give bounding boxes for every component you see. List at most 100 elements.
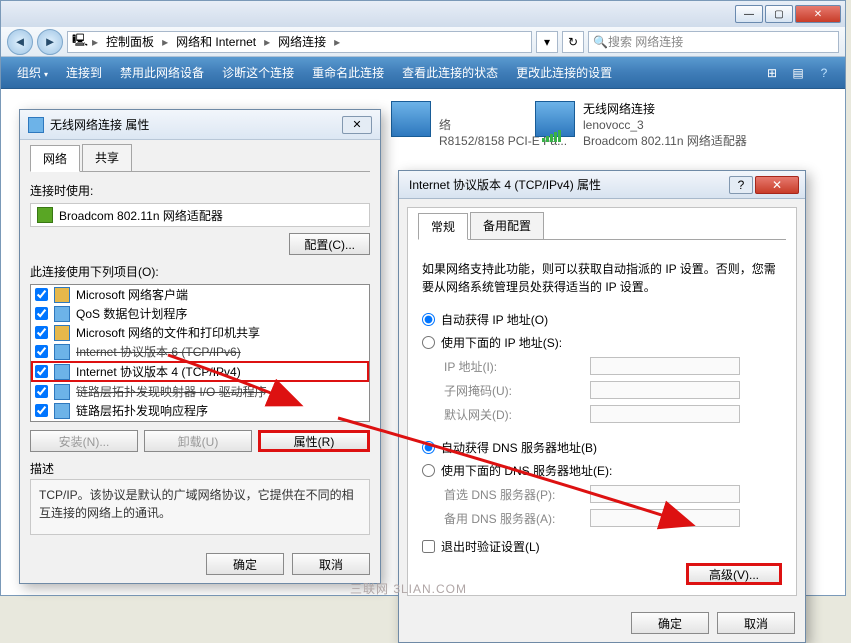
uninstall-button[interactable]: 卸载(U) xyxy=(144,430,252,452)
radio-input[interactable] xyxy=(422,464,435,477)
adapter-icon xyxy=(28,117,44,133)
search-input[interactable]: 🔍 搜索 网络连接 xyxy=(588,31,839,53)
item-label: 链路层拓扑发现响应程序 xyxy=(76,402,208,419)
cmd-change-settings[interactable]: 更改此连接的设置 xyxy=(510,60,618,85)
radio-auto-dns[interactable]: 自动获得 DNS 服务器地址(B) xyxy=(418,436,786,459)
dialog-close-button[interactable]: ✕ xyxy=(755,176,799,194)
radio-label: 自动获得 DNS 服务器地址(B) xyxy=(441,439,597,456)
list-item[interactable]: 链路层拓扑发现响应程序 xyxy=(31,401,369,420)
nav-back-button[interactable]: ◄ xyxy=(7,29,33,55)
help-button[interactable]: ? xyxy=(729,176,753,194)
ipv4-properties-dialog: Internet 协议版本 4 (TCP/IPv4) 属性 ? ✕ 常规 备用配… xyxy=(398,170,806,643)
close-button[interactable]: ✕ xyxy=(795,5,841,23)
radio-label: 自动获得 IP 地址(O) xyxy=(441,311,548,328)
validate-on-exit[interactable]: 退出时验证设置(L) xyxy=(418,530,786,563)
protocol-icon xyxy=(54,403,70,419)
dns2-input[interactable] xyxy=(590,509,740,527)
network-adapter-icon xyxy=(535,101,575,137)
radio-auto-ip[interactable]: 自动获得 IP 地址(O) xyxy=(418,308,786,331)
radio-manual-dns[interactable]: 使用下面的 DNS 服务器地址(E): xyxy=(418,459,786,482)
breadcrumb[interactable]: 🖳 ▸ 控制面板 ▸ 网络和 Internet ▸ 网络连接 ▸ xyxy=(67,31,532,53)
dialog-inner: 常规 备用配置 如果网络支持此功能，则可以获取自动指派的 IP 设置。否则，您需… xyxy=(407,207,797,596)
mask-input[interactable] xyxy=(590,381,740,399)
subnet-mask-field: 子网掩码(U): xyxy=(418,378,786,402)
radio-input[interactable] xyxy=(422,441,435,454)
tab-alternate[interactable]: 备用配置 xyxy=(470,212,544,239)
breadcrumb-icon: 🖳 xyxy=(72,31,88,52)
ok-button[interactable]: 确定 xyxy=(631,612,709,634)
item-checkbox[interactable] xyxy=(35,365,48,378)
checkbox-label: 退出时验证设置(L) xyxy=(441,538,540,555)
cmd-organize[interactable]: 组织▾ xyxy=(11,60,54,85)
item-label: Internet 协议版本 6 (TCP/IPv6) xyxy=(76,343,241,360)
desc-label: 描述 xyxy=(30,460,370,477)
cmd-disable[interactable]: 禁用此网络设备 xyxy=(114,60,210,85)
protocol-icon xyxy=(54,384,70,400)
dialog-title-bar: Internet 协议版本 4 (TCP/IPv4) 属性 ? ✕ xyxy=(399,171,805,199)
gateway-input[interactable] xyxy=(590,405,740,423)
radio-input[interactable] xyxy=(422,336,435,349)
tabs: 网络 共享 xyxy=(30,144,370,172)
adapter-field: Broadcom 802.11n 网络适配器 xyxy=(30,203,370,227)
search-icon: 🔍 xyxy=(593,35,608,49)
item-label: QoS 数据包计划程序 xyxy=(76,305,187,322)
network-item-wifi[interactable]: 无线网络连接 lenovocc_3 Broadcom 802.11n 网络适配器 xyxy=(535,101,747,150)
service-icon xyxy=(54,325,70,341)
dialog-close-button[interactable]: ✕ xyxy=(342,116,372,134)
layout-icon[interactable]: ▤ xyxy=(787,62,809,84)
network-adapter-icon xyxy=(391,101,431,137)
crumb-2[interactable]: 网络和 Internet xyxy=(172,33,260,50)
cancel-button[interactable]: 取消 xyxy=(292,553,370,575)
crumb-1[interactable]: 控制面板 xyxy=(102,33,158,50)
list-item[interactable]: 链路层拓扑发现映射器 I/O 驱动程序 xyxy=(31,382,369,401)
field-label: 子网掩码(U): xyxy=(444,382,584,399)
ip-address-field: IP 地址(I): xyxy=(418,354,786,378)
item-checkbox[interactable] xyxy=(35,307,48,320)
dialog-title: Internet 协议版本 4 (TCP/IPv4) 属性 xyxy=(405,176,729,193)
item-checkbox[interactable] xyxy=(35,326,48,339)
install-button[interactable]: 安装(N)... xyxy=(30,430,138,452)
item-checkbox[interactable] xyxy=(35,288,48,301)
nav-bar: ◄ ► 🖳 ▸ 控制面板 ▸ 网络和 Internet ▸ 网络连接 ▸ ▾ ↻… xyxy=(1,27,845,57)
cancel-button[interactable]: 取消 xyxy=(717,612,795,634)
tab-sharing[interactable]: 共享 xyxy=(82,144,132,171)
checkbox-input[interactable] xyxy=(422,540,435,553)
list-item-ipv4[interactable]: Internet 协议版本 4 (TCP/IPv4) xyxy=(31,361,369,382)
dns1-input[interactable] xyxy=(590,485,740,503)
view-icon[interactable]: ⊞ xyxy=(761,62,783,84)
configure-button[interactable]: 配置(C)... xyxy=(289,233,370,255)
properties-button[interactable]: 属性(R) xyxy=(258,430,370,452)
cmd-rename[interactable]: 重命名此连接 xyxy=(306,60,390,85)
radio-input[interactable] xyxy=(422,313,435,326)
info-text: 如果网络支持此功能，则可以获取自动指派的 IP 设置。否则，您需要从网络系统管理… xyxy=(418,250,786,308)
alternate-dns-field: 备用 DNS 服务器(A): xyxy=(418,506,786,530)
tab-general[interactable]: 常规 xyxy=(418,213,468,240)
crumb-3[interactable]: 网络连接 xyxy=(274,33,330,50)
list-item[interactable]: Microsoft 网络的文件和打印机共享 xyxy=(31,323,369,342)
tab-network[interactable]: 网络 xyxy=(30,145,80,172)
maximize-button[interactable]: ▢ xyxy=(765,5,793,23)
command-bar: 组织▾ 连接到 禁用此网络设备 诊断这个连接 重命名此连接 查看此连接的状态 更… xyxy=(1,57,845,89)
list-item[interactable]: Internet 协议版本 6 (TCP/IPv6) xyxy=(31,342,369,361)
ok-button[interactable]: 确定 xyxy=(206,553,284,575)
item-checkbox[interactable] xyxy=(35,345,48,358)
items-listbox[interactable]: Microsoft 网络客户端 QoS 数据包计划程序 Microsoft 网络… xyxy=(30,284,370,422)
item-checkbox[interactable] xyxy=(35,404,48,417)
dropdown-history-button[interactable]: ▾ xyxy=(536,31,558,53)
chevron-right-icon: ▸ xyxy=(92,35,98,49)
item-checkbox[interactable] xyxy=(35,385,48,398)
items-label: 此连接使用下列项目(O): xyxy=(30,263,370,280)
help-icon[interactable]: ? xyxy=(813,62,835,84)
cmd-connect-to[interactable]: 连接到 xyxy=(60,60,108,85)
list-item[interactable]: Microsoft 网络客户端 xyxy=(31,285,369,304)
refresh-button[interactable]: ↻ xyxy=(562,31,584,53)
cmd-view-status[interactable]: 查看此连接的状态 xyxy=(396,60,504,85)
cmd-diagnose[interactable]: 诊断这个连接 xyxy=(216,60,300,85)
field-label: IP 地址(I): xyxy=(444,358,584,375)
minimize-button[interactable]: — xyxy=(735,5,763,23)
advanced-button[interactable]: 高级(V)... xyxy=(686,563,782,585)
list-item[interactable]: QoS 数据包计划程序 xyxy=(31,304,369,323)
radio-manual-ip[interactable]: 使用下面的 IP 地址(S): xyxy=(418,331,786,354)
nav-forward-button[interactable]: ► xyxy=(37,29,63,55)
ip-input[interactable] xyxy=(590,357,740,375)
